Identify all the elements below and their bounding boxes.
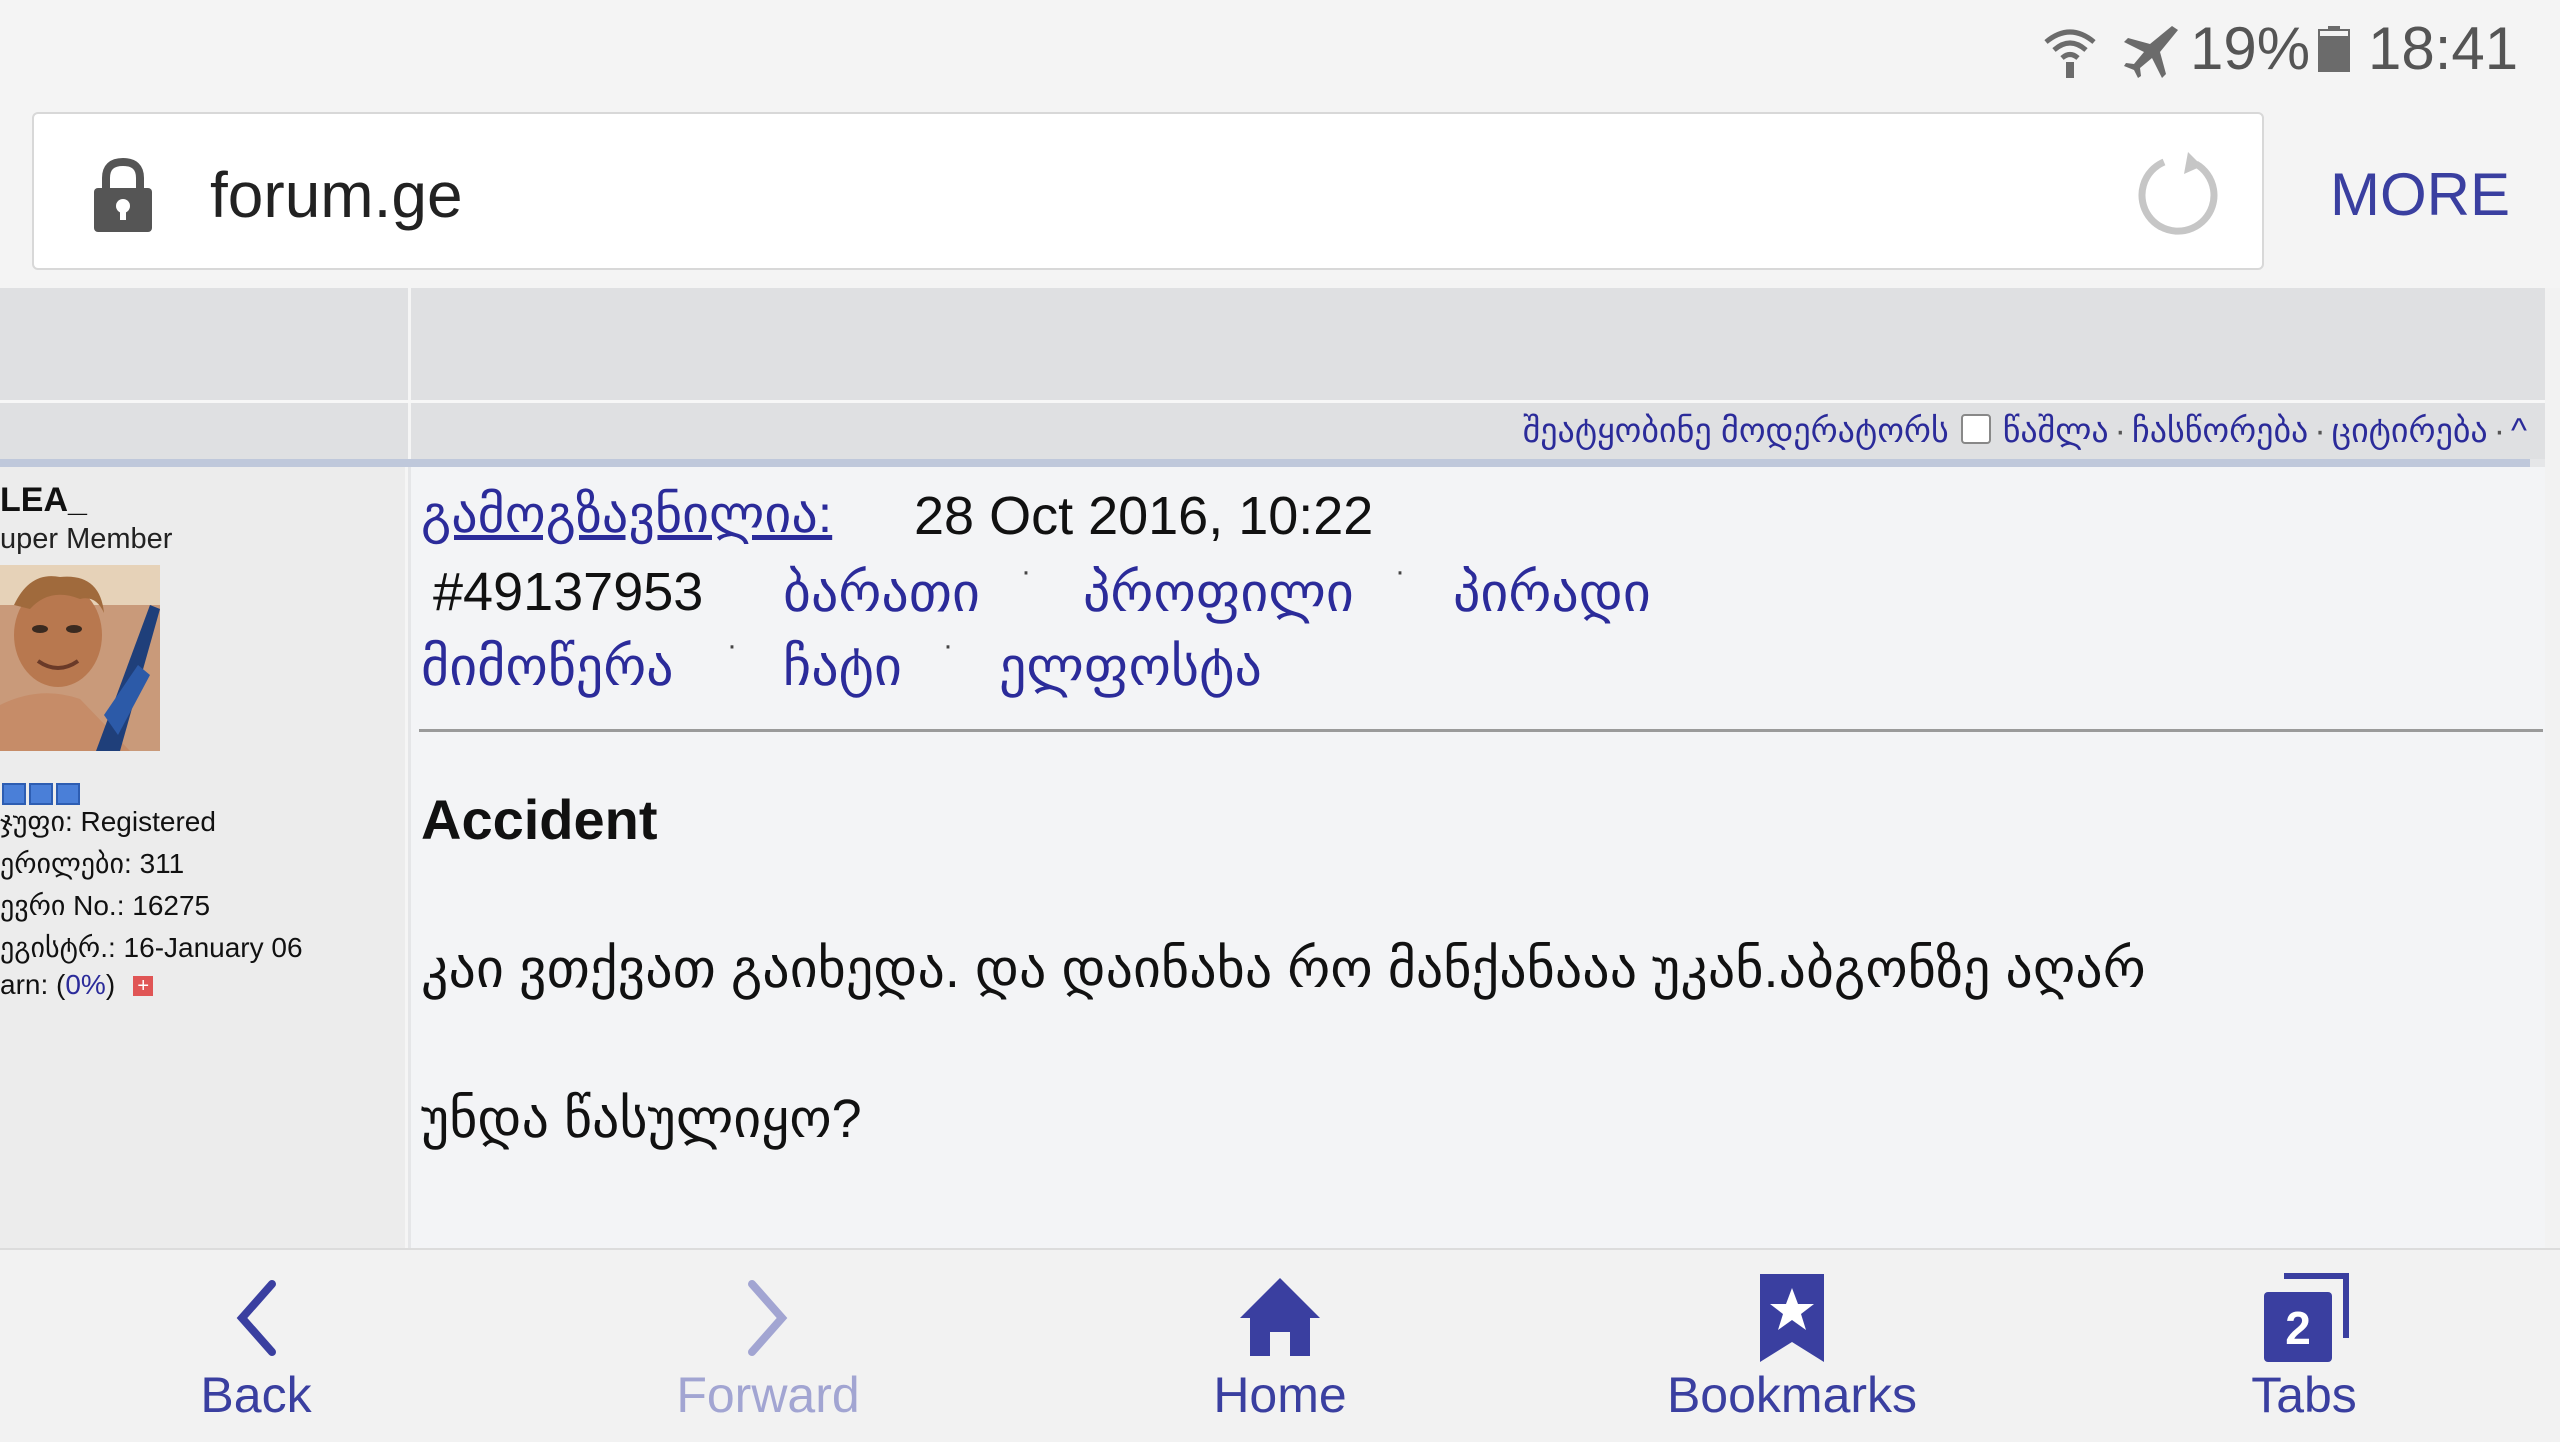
card-link[interactable]: ბარათი (783, 561, 980, 624)
post-date: 28 Oct 2016, 10:22 (914, 486, 1374, 546)
battery-percent: 19% (2190, 15, 2311, 82)
scroll-top-link[interactable]: ^ (2511, 412, 2527, 450)
user-group: ჯუფი: Registered (0, 806, 216, 837)
quote-link[interactable]: ციტირება (2332, 412, 2488, 450)
sent-label[interactable]: გამოგზავნილია: (421, 485, 832, 545)
status-bar: 19% 18:41 (0, 0, 2560, 100)
reload-icon[interactable] (2134, 150, 2224, 240)
private-message-link-cont[interactable]: მიმოწერა (421, 635, 674, 698)
user-posts: ერილები: 311 (0, 848, 185, 879)
forward-button[interactable]: Forward (512, 1250, 1024, 1442)
airplane-mode-icon (2124, 26, 2178, 78)
user-rank: uper Member (0, 523, 173, 555)
lock-icon (94, 157, 152, 232)
address-bar[interactable]: forum.ge (32, 112, 2264, 270)
report-moderator-link[interactable]: შეატყობინე მოდერატორს (1523, 412, 1949, 450)
more-button[interactable]: MORE (2300, 150, 2540, 240)
avatar (0, 565, 160, 751)
scrollbar[interactable] (2545, 288, 2560, 1248)
post-body-line: კაი ვთქვათ გაიხედა. და დაინახა რო მანქან… (421, 939, 2146, 999)
chat-link[interactable]: ჩატი (783, 635, 902, 698)
home-button[interactable]: Home (1024, 1250, 1536, 1442)
back-arrow-icon (236, 1280, 276, 1356)
clock: 18:41 (2368, 15, 2519, 82)
post-title: Accident (421, 788, 658, 851)
warn-level-link[interactable]: 0% (65, 969, 105, 1000)
header-left-cell (0, 288, 411, 400)
back-button[interactable]: Back (0, 1250, 512, 1442)
moderation-bar: შეატყობინე მოდერატორს წაშლა · ჩასწორება · ციტ… (0, 403, 2545, 459)
user-warn: arn: (0%) + (0, 969, 154, 1001)
select-post-checkbox[interactable] (1960, 414, 1991, 444)
user-info-panel: LEA_ uper Member ჯუფი: Registered ერილებ… (0, 467, 408, 1248)
post-panel: გამოგზავნილია: 28 Oct 2016, 10:22 #49137… (411, 467, 2545, 1248)
forward-arrow-icon (748, 1280, 788, 1356)
header-right-cell (411, 288, 2545, 400)
username[interactable]: LEA_ (0, 481, 87, 520)
registration-date: ეგისტრ.: 16-January 06 (0, 932, 303, 963)
private-message-link[interactable]: პირადი (1453, 561, 1651, 624)
bookmark-icon (1760, 1274, 1824, 1362)
post-body-line: უნდა წასულიყო? (421, 1089, 862, 1149)
delete-link[interactable]: წაშლა (2003, 412, 2109, 450)
web-content: შეატყობინე მოდერატორს წაშლა · ჩასწორება · ციტ… (0, 288, 2545, 1248)
tabs-count: 2 (2285, 1302, 2311, 1354)
post-id-link[interactable]: #49137953 (433, 561, 703, 623)
battery-icon (2318, 26, 2350, 72)
tabs-icon: 2 (2264, 1273, 2349, 1362)
post-actions: შეატყობინე მოდერატორს წაშლა · ჩასწორება · ციტ… (1522, 412, 2527, 450)
profile-link[interactable]: პროფილი (1083, 561, 1354, 624)
edit-link[interactable]: ჩასწორება (2132, 412, 2308, 450)
url-text[interactable]: forum.ge (210, 158, 463, 232)
home-icon (1240, 1278, 1320, 1356)
wifi-icon (2044, 29, 2096, 78)
bottom-navigation: Back Forward Home Bookmarks 2 Tabs (0, 1248, 2560, 1442)
member-number: ევრი No.: 16275 (0, 890, 211, 921)
bookmarks-button[interactable]: Bookmarks (1536, 1250, 2048, 1442)
divider (419, 729, 2543, 732)
email-link[interactable]: ელფოსტა (999, 635, 1262, 698)
warn-add-icon[interactable]: + (133, 976, 154, 996)
tabs-button[interactable]: 2 Tabs (2048, 1250, 2560, 1442)
